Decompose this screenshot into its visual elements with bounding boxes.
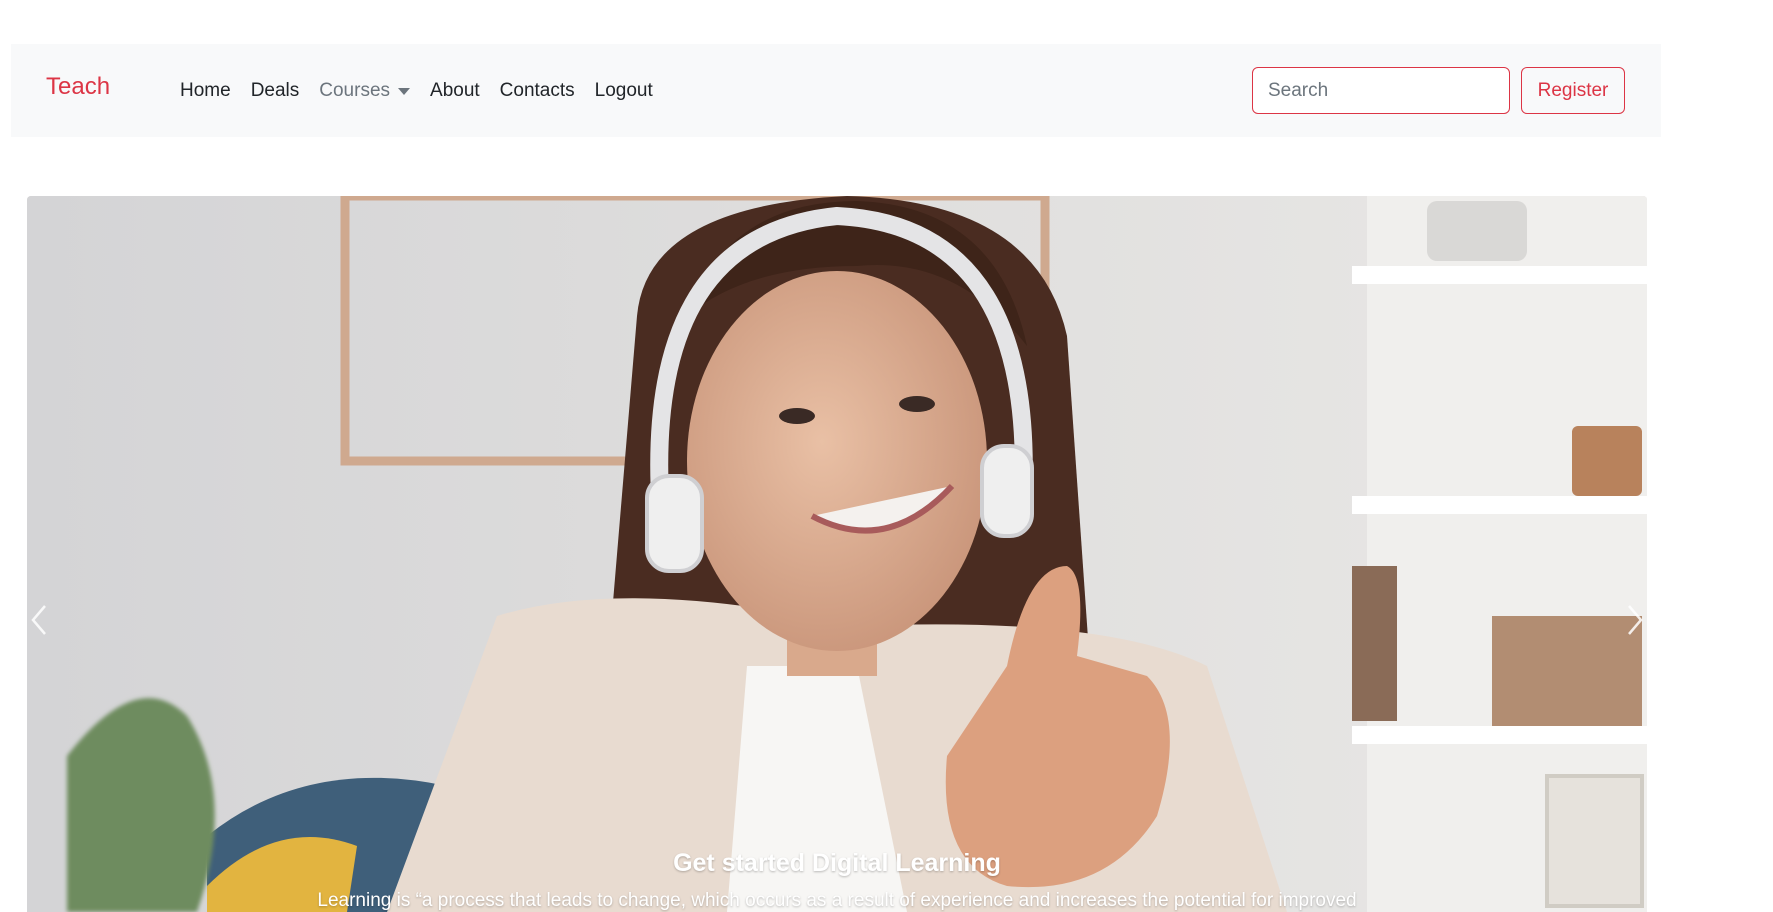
chevron-right-icon bbox=[1628, 605, 1643, 635]
navbar: Teach Home Deals Courses About Contacts … bbox=[11, 44, 1661, 137]
register-button[interactable]: Register bbox=[1521, 67, 1625, 114]
brand-logo[interactable]: Teach bbox=[46, 44, 110, 137]
hero-carousel: Get started Digital Learning Learning is… bbox=[27, 196, 1647, 912]
nav-links: Home Deals Courses About Contacts Logout bbox=[180, 44, 673, 137]
nav-link-logout[interactable]: Logout bbox=[595, 80, 653, 102]
hero-photo bbox=[27, 196, 1647, 912]
carousel-next-control[interactable] bbox=[1617, 600, 1647, 640]
nav-link-about[interactable]: About bbox=[430, 80, 480, 102]
nav-link-contacts[interactable]: Contacts bbox=[500, 80, 575, 102]
nav-dropdown-courses[interactable]: Courses bbox=[319, 79, 411, 102]
carousel-caption: Get started Digital Learning Learning is… bbox=[27, 849, 1647, 912]
nav-dropdown-courses-label: Courses bbox=[319, 79, 391, 101]
nav-link-home[interactable]: Home bbox=[180, 80, 231, 102]
chevron-left-icon bbox=[31, 605, 46, 635]
search-input[interactable] bbox=[1252, 67, 1510, 114]
nav-link-deals[interactable]: Deals bbox=[251, 80, 300, 102]
carousel-prev-control[interactable] bbox=[27, 600, 57, 640]
caption-text: Learning is “a process that leads to cha… bbox=[317, 890, 1357, 911]
caret-down-icon bbox=[398, 88, 411, 95]
caption-title: Get started Digital Learning bbox=[673, 849, 1001, 877]
